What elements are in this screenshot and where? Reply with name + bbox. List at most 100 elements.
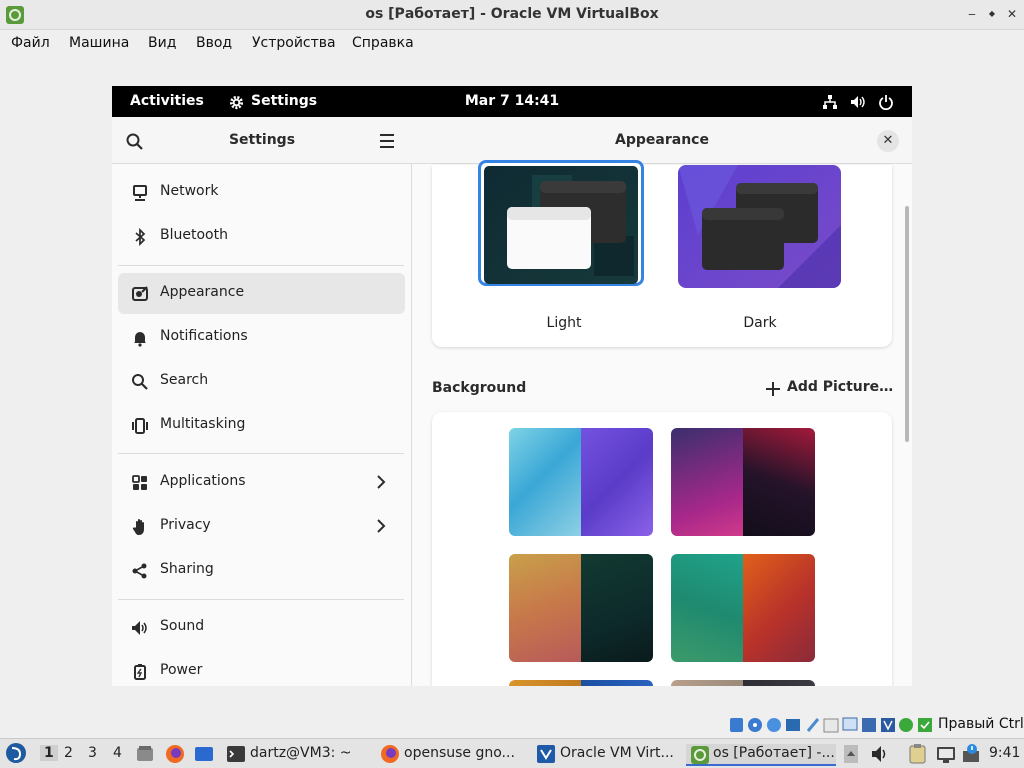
network-wired-icon[interactable] <box>822 94 838 110</box>
search-icon <box>132 374 148 390</box>
menu-view[interactable]: Вид <box>148 35 176 51</box>
sidebar-item-power[interactable]: Power <box>118 651 405 686</box>
sidebar-item-notifications[interactable]: Notifications <box>118 317 405 358</box>
plus-icon[interactable] <box>766 382 780 396</box>
update-notifier-icon[interactable] <box>960 743 982 765</box>
style-option-light[interactable] <box>478 160 644 286</box>
sidebar-item-appearance[interactable]: Appearance <box>118 273 405 314</box>
menu-input[interactable]: Ввод <box>196 35 232 51</box>
guest-additions-icon <box>899 718 913 732</box>
scroll-up-icon[interactable] <box>843 744 859 764</box>
menu-help[interactable]: Справка <box>352 35 414 51</box>
network-adapter-icon <box>786 719 800 731</box>
sidebar-item-label: Notifications <box>160 328 248 344</box>
speaker-icon[interactable] <box>850 94 866 110</box>
task-label: os [Работает] -... <box>713 745 835 761</box>
hamburger-menu-icon[interactable] <box>378 133 396 149</box>
network-tray-icon[interactable] <box>935 743 957 765</box>
sidebar-item-label: Sharing <box>160 561 214 577</box>
speaker-icon <box>132 621 147 635</box>
power-icon[interactable] <box>878 94 894 110</box>
shared-folder-icon <box>823 718 839 733</box>
sidebar-item-sound[interactable]: Sound <box>118 607 405 648</box>
sidebar-item-label: Network <box>160 183 219 199</box>
task-vm-window[interactable]: os [Работает] -... <box>686 744 836 766</box>
bell-icon <box>134 332 146 347</box>
menu-file[interactable]: Файл <box>11 35 50 51</box>
file-manager-icon[interactable] <box>135 744 155 764</box>
clock[interactable]: Mar 7 14:41 <box>112 93 912 109</box>
workspace-4[interactable]: 4 <box>113 745 122 761</box>
volume-icon[interactable] <box>870 744 890 764</box>
wallpaper-thumbnail[interactable] <box>671 680 815 686</box>
maximize-button[interactable]: ◆ <box>984 5 1000 23</box>
start-menu-icon[interactable] <box>5 742 27 764</box>
light-style-preview <box>484 166 638 284</box>
sidebar-item-bluetooth[interactable]: Bluetooth <box>118 216 405 257</box>
hard-disk-icon <box>730 718 743 732</box>
display-icon <box>842 717 858 731</box>
firefox-icon <box>381 745 399 763</box>
wallpaper-thumbnail[interactable] <box>509 554 653 662</box>
power-battery-icon <box>134 664 146 680</box>
sidebar-divider <box>118 265 404 266</box>
wallpaper-thumbnail[interactable] <box>509 680 653 686</box>
vbox-status-icons <box>730 717 932 733</box>
wallpaper-thumbnail[interactable] <box>509 428 653 536</box>
sidebar-item-network[interactable]: Network <box>118 172 405 213</box>
show-desktop-icon[interactable] <box>194 744 214 764</box>
task-terminal[interactable]: dartz@VM3: ~ <box>222 744 372 766</box>
add-picture-button[interactable]: Add Picture… <box>787 379 893 395</box>
network-icon <box>133 185 147 201</box>
firefox-icon[interactable] <box>165 744 185 764</box>
style-label-dark: Dark <box>743 315 777 331</box>
tray-clock[interactable]: 9:41 <box>989 745 1020 761</box>
sidebar-header: Settings <box>112 117 412 164</box>
terminal-icon <box>227 746 245 762</box>
style-label-light: Light <box>546 315 582 331</box>
bluetooth-icon <box>135 228 146 246</box>
task-firefox[interactable]: opensuse gno... <box>378 744 528 766</box>
workspace-1[interactable]: 1 <box>40 745 58 761</box>
cpu-icon <box>881 718 895 732</box>
sidebar-item-multitasking[interactable]: Multitasking <box>118 405 405 446</box>
sidebar-item-label: Applications <box>160 473 246 489</box>
sidebar-item-applications[interactable]: Applications <box>118 462 405 503</box>
style-option-dark[interactable] <box>678 165 841 288</box>
apps-grid-icon <box>132 475 147 490</box>
menu-machine[interactable]: Машина <box>69 35 129 51</box>
chevron-right-icon <box>377 519 386 533</box>
window-titlebar: os [Работает] - Oracle VM VirtualBox ‒ ◆… <box>0 0 1024 30</box>
virtualbox-vm-icon <box>691 746 709 764</box>
wallpaper-thumbnail[interactable] <box>671 428 815 536</box>
mouse-integration-icon <box>918 718 932 732</box>
close-button[interactable]: ✕ <box>877 130 899 152</box>
menu-devices[interactable]: Устройства <box>252 35 336 51</box>
workspace-3[interactable]: 3 <box>88 745 97 761</box>
sidebar-item-privacy[interactable]: Privacy <box>118 506 405 547</box>
sidebar-item-label: Bluetooth <box>160 227 228 243</box>
appearance-panel: Appearance ✕ Light Dark Background Add P… <box>412 117 912 686</box>
hand-icon <box>132 519 144 535</box>
window-title: os [Работает] - Oracle VM VirtualBox <box>365 6 659 22</box>
content-scrollbar[interactable] <box>905 206 909 442</box>
close-window-button[interactable]: ✕ <box>1004 5 1020 23</box>
minimize-button[interactable]: ‒ <box>964 5 980 23</box>
vm-display[interactable]: Activities Settings Mar 7 14:41 Settings <box>112 86 912 686</box>
wallpaper-thumbnail[interactable] <box>671 554 815 662</box>
clipboard-icon[interactable] <box>907 743 929 765</box>
task-virtualbox-manager[interactable]: Oracle VM Virt... <box>534 744 684 766</box>
workspace-2[interactable]: 2 <box>64 745 73 761</box>
content-header: Appearance ✕ <box>412 117 912 164</box>
sidebar-divider <box>118 453 404 454</box>
appearance-icon <box>132 286 148 301</box>
sidebar-item-label: Appearance <box>160 284 245 300</box>
menubar: Файл Машина Вид Ввод Устройства Справка <box>0 30 1024 58</box>
multitasking-icon <box>132 418 148 434</box>
task-label: opensuse gno... <box>404 745 515 761</box>
recording-icon <box>862 718 876 732</box>
sidebar-item-search[interactable]: Search <box>118 361 405 402</box>
sidebar-item-sharing[interactable]: Sharing <box>118 550 405 591</box>
optical-drive-icon <box>748 718 762 732</box>
sidebar-item-label: Sound <box>160 618 205 634</box>
